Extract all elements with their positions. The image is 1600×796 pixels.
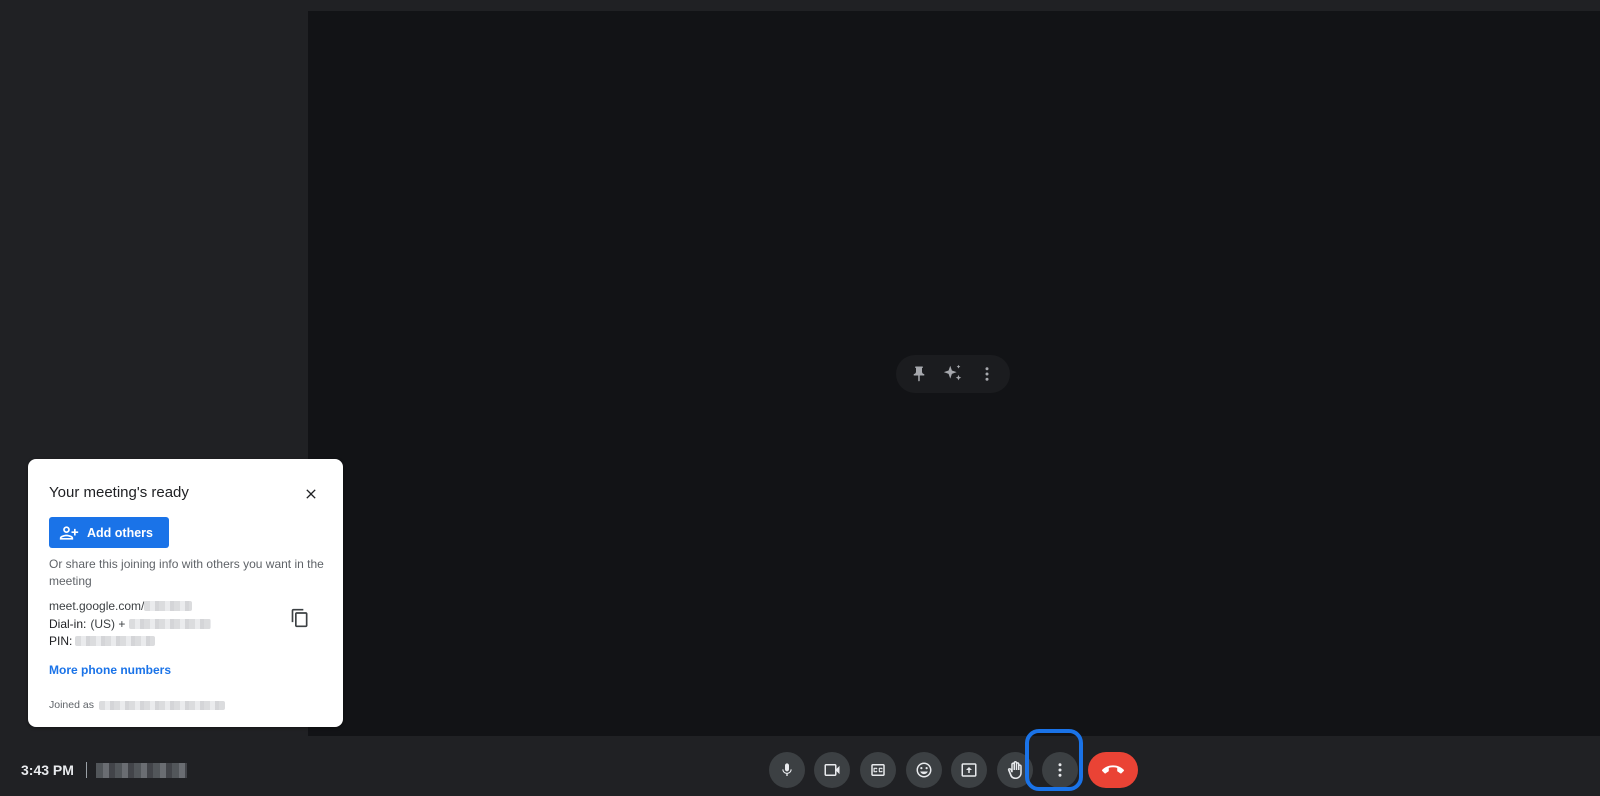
pin-value-redacted: [75, 636, 156, 646]
hand-icon: [1007, 761, 1022, 779]
add-others-button[interactable]: Add others: [49, 517, 169, 548]
captions-button[interactable]: [860, 752, 896, 788]
closed-caption-icon: [871, 764, 885, 776]
meeting-link-row: meet.google.com/: [49, 599, 193, 613]
add-others-label: Add others: [87, 525, 153, 540]
joined-as-label: Joined as: [49, 699, 94, 711]
pin-icon[interactable]: [906, 361, 932, 387]
joined-as-email-redacted: [98, 700, 225, 710]
reactions-button[interactable]: [906, 752, 942, 788]
tile-hover-menu: [896, 355, 1010, 393]
more-vert-icon[interactable]: [974, 361, 1000, 387]
mic-icon: [782, 763, 792, 776]
meeting-code-redacted: [144, 601, 193, 611]
share-info-text: Or share this joining info with others y…: [49, 557, 324, 588]
dial-in-number-redacted: [129, 619, 212, 629]
more-options-button[interactable]: [1042, 752, 1078, 788]
meeting-link-prefix: meet.google.com/: [49, 599, 145, 613]
joined-as-row: Joined as: [49, 699, 225, 711]
close-button[interactable]: [299, 482, 323, 506]
call-end-icon: [1102, 765, 1124, 774]
camera-button[interactable]: [814, 752, 850, 788]
panel-title: Your meeting's ready: [49, 484, 189, 501]
copy-icon: [291, 608, 308, 628]
copy-joining-info-button[interactable]: [288, 606, 312, 630]
dial-in-label: Dial-in:: [49, 617, 87, 631]
leave-call-button[interactable]: [1088, 752, 1138, 788]
dial-in-row: Dial-in: (US) +: [49, 617, 212, 631]
sparkle-effects-icon[interactable]: [940, 361, 966, 387]
dial-in-value: (US) +: [90, 617, 126, 631]
present-button[interactable]: [951, 752, 987, 788]
add-person-icon: [59, 525, 79, 540]
videocam-icon: [824, 764, 840, 776]
microphone-button[interactable]: [769, 752, 805, 788]
more-vert-icon: [1058, 763, 1062, 777]
pin-label: PIN:: [49, 634, 73, 648]
raise-hand-button[interactable]: [997, 752, 1033, 788]
meeting-ready-panel: Your meeting's ready Add others Or share…: [28, 459, 343, 727]
emoji-icon: [916, 762, 932, 778]
more-phone-numbers-link[interactable]: More phone numbers: [49, 663, 171, 677]
pin-row: PIN:: [49, 634, 156, 648]
close-icon: [306, 489, 316, 499]
call-controls: [0, 752, 1600, 788]
present-screen-icon: [961, 763, 977, 777]
